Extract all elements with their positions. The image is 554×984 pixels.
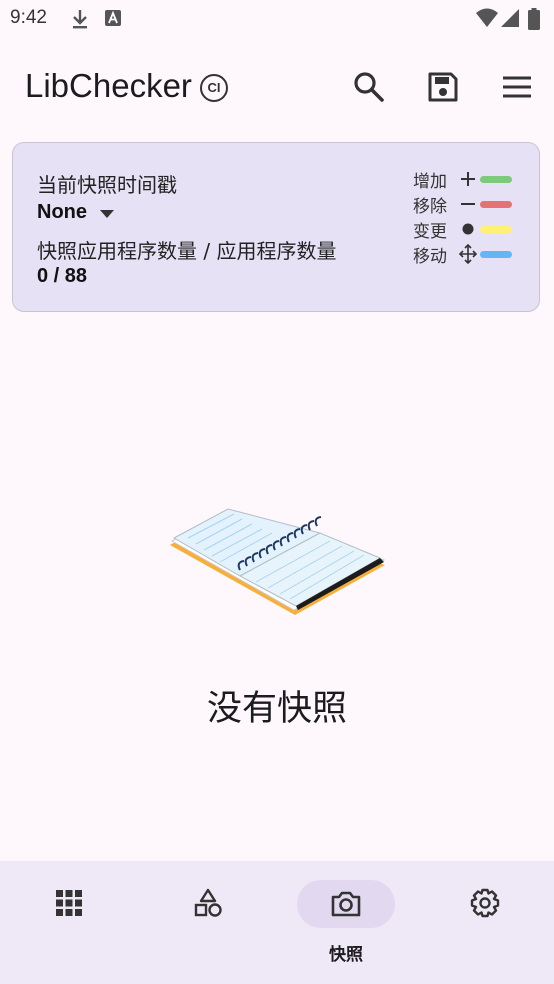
legend-moved: 移动: [413, 242, 533, 267]
nav-settings[interactable]: [416, 861, 554, 984]
changed-color-bar: [480, 226, 512, 233]
app-title: LibChecker: [25, 67, 192, 104]
legend-added: 增加: [413, 167, 533, 192]
wifi-icon: [476, 8, 498, 27]
nav-apps[interactable]: [0, 861, 138, 984]
added-color-bar: [480, 176, 512, 183]
download-icon: [73, 10, 87, 29]
move-icon: [459, 243, 477, 265]
timestamp-dropdown[interactable]: None: [37, 199, 147, 227]
snapshot-info-card: 当前快照时间戳 None 快照应用程序数量 / 应用程序数量 0 / 88 增加…: [12, 142, 540, 312]
nav-snapshot-label: 快照: [329, 945, 363, 965]
empty-state-message: 没有快照: [206, 689, 347, 729]
search-icon[interactable]: [350, 68, 388, 106]
minus-icon: [461, 203, 475, 205]
menu-icon[interactable]: [498, 68, 536, 106]
legend-label: 移动: [413, 247, 447, 267]
dropdown-arrow-icon: [100, 210, 114, 218]
bottom-navigation: 快照: [0, 861, 554, 984]
legend-label: 增加: [413, 172, 447, 192]
timestamp-label: 当前快照时间戳: [37, 173, 177, 197]
grid-icon: [56, 890, 82, 916]
removed-color-bar: [480, 201, 512, 208]
legend-changed: 变更: [413, 217, 533, 242]
count-value: 0 / 88: [37, 265, 88, 287]
legend-removed: 移除: [413, 192, 533, 217]
plus-icon: [461, 172, 475, 186]
ci-badge: CI: [200, 74, 228, 102]
count-label: 快照应用程序数量 / 应用程序数量: [37, 239, 337, 263]
save-icon[interactable]: [424, 68, 462, 106]
cell-signal-icon: [501, 9, 519, 27]
a-app-icon: [105, 10, 121, 26]
camera-icon: [331, 891, 361, 917]
legend-label: 变更: [413, 222, 447, 242]
battery-icon: [528, 8, 540, 30]
notebook-illustration: [170, 508, 386, 615]
status-time: 9:42: [10, 7, 47, 28]
timestamp-value: None: [37, 201, 87, 223]
status-bar: 9:42: [0, 0, 554, 38]
shapes-icon: [194, 888, 222, 917]
moved-color-bar: [480, 251, 512, 258]
nav-snapshot[interactable]: 快照: [277, 861, 415, 984]
legend-label: 移除: [413, 197, 447, 217]
gear-icon: [470, 888, 500, 918]
nav-statistics[interactable]: [139, 861, 277, 984]
dot-icon: [462, 223, 474, 235]
